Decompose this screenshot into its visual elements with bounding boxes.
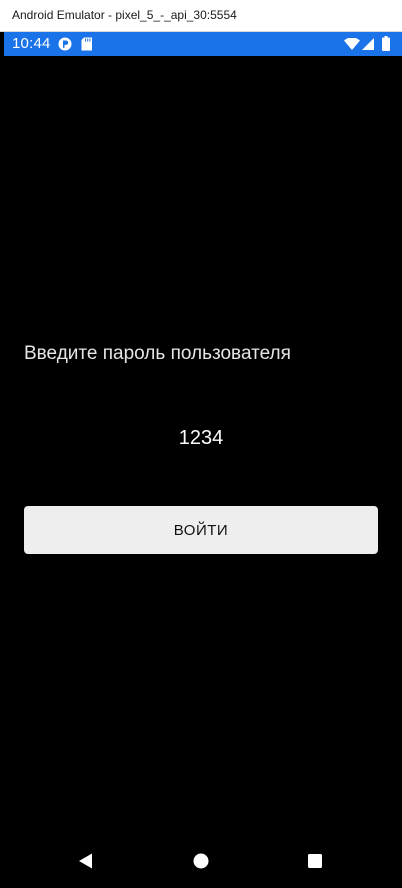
back-icon[interactable]: [72, 848, 98, 874]
status-time: 10:44: [12, 35, 51, 52]
signal-icon: [362, 38, 374, 50]
recents-icon[interactable]: [302, 848, 328, 874]
password-prompt-label: Введите пароль пользователя: [24, 343, 291, 364]
battery-icon: [382, 36, 390, 51]
navigation-bar: [4, 834, 402, 888]
window-titlebar: Android Emulator - pixel_5_-_api_30:5554: [0, 0, 402, 32]
status-bar: 10:44: [4, 32, 402, 56]
wifi-icon: [344, 38, 360, 50]
home-icon[interactable]: [188, 848, 214, 874]
sd-card-icon: [81, 37, 92, 51]
password-field[interactable]: [4, 427, 398, 450]
emulator-window: Android Emulator - pixel_5_-_api_30:5554…: [0, 0, 402, 888]
login-button[interactable]: ВОЙТИ: [24, 506, 378, 554]
app-screen: Введите пароль пользователя ВОЙТИ: [4, 56, 402, 888]
window-title: Android Emulator - pixel_5_-_api_30:5554: [12, 8, 237, 22]
app-notification-icon: [58, 37, 72, 51]
